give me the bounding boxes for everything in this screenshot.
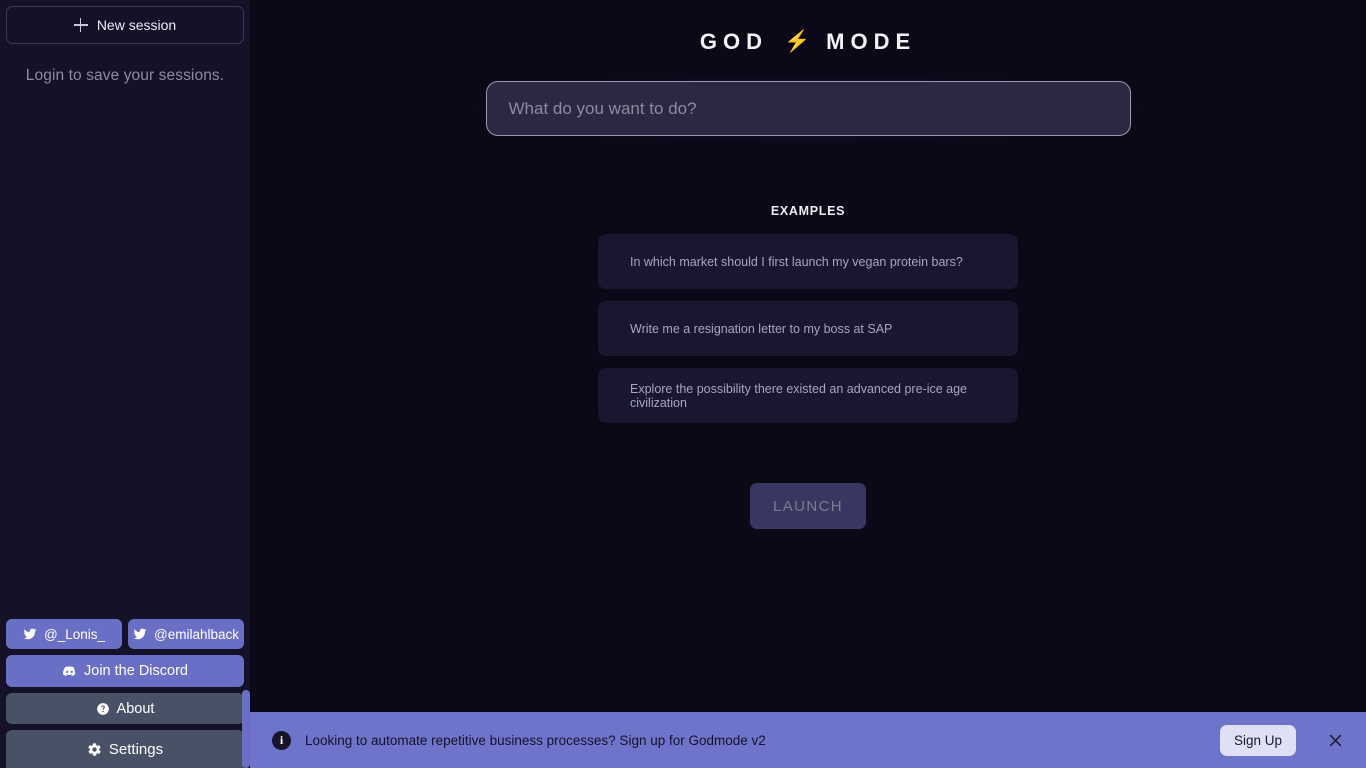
sidebar-scrollbar[interactable] <box>242 690 250 768</box>
plus-icon <box>73 18 88 32</box>
discord-label: Join the Discord <box>84 663 188 679</box>
example-card[interactable]: In which market should I first launch my… <box>598 234 1018 289</box>
brand-left-text: GOD <box>699 29 768 54</box>
lightning-bolt-icon: ⚡ <box>783 29 811 53</box>
discord-icon <box>62 664 77 679</box>
launch-button[interactable]: LAUNCH <box>750 483 866 529</box>
gear-icon <box>87 742 102 757</box>
app-root: New session Login to save your sessions.… <box>0 0 1366 768</box>
twitter-link-label: @emilahlback <box>154 626 239 642</box>
new-session-label: New session <box>96 17 177 33</box>
example-text: In which market should I first launch my… <box>630 254 963 269</box>
banner-message: Looking to automate repetitive business … <box>305 732 766 748</box>
brand-right-text: MODE <box>826 29 917 54</box>
twitter-icon <box>23 627 37 641</box>
twitter-link-lonis[interactable]: @_Lonis_ <box>6 619 122 649</box>
sign-up-button[interactable]: Sign Up <box>1219 724 1296 756</box>
example-text: Write me a resignation letter to my boss… <box>630 321 893 336</box>
sidebar-footer: @_Lonis_ @emilahlback Join the Discord A… <box>6 619 244 768</box>
sidebar: New session Login to save your sessions.… <box>0 0 250 768</box>
login-note: Login to save your sessions. <box>25 67 225 84</box>
main-content: GOD ⚡ MODE EXAMPLES In which market shou… <box>250 0 1366 768</box>
settings-label: Settings <box>108 740 164 758</box>
example-text: Explore the possibility there existed an… <box>630 381 968 410</box>
question-circle-icon <box>96 702 110 716</box>
join-discord-button[interactable]: Join the Discord <box>6 655 244 687</box>
example-card[interactable]: Explore the possibility there existed an… <box>598 368 1018 423</box>
twitter-link-emilahlback[interactable]: @emilahlback <box>128 619 244 649</box>
twitter-icon <box>133 627 147 641</box>
settings-button[interactable]: Settings <box>6 730 244 768</box>
new-session-button[interactable]: New session <box>6 6 244 44</box>
examples-heading: EXAMPLES <box>770 204 846 218</box>
prompt-container <box>471 72 1145 145</box>
promo-banner: i Looking to automate repetitive busines… <box>250 712 1366 768</box>
twitter-link-label: @_Lonis_ <box>44 626 105 642</box>
twitter-links-row: @_Lonis_ @emilahlback <box>6 619 244 649</box>
info-icon: i <box>272 730 291 750</box>
example-card[interactable]: Write me a resignation letter to my boss… <box>598 301 1018 356</box>
about-label: About <box>116 700 155 717</box>
prompt-input[interactable] <box>485 81 1131 136</box>
about-button[interactable]: About <box>6 693 244 724</box>
examples-list: In which market should I first launch my… <box>598 234 1018 423</box>
app-title: GOD ⚡ MODE <box>700 29 916 55</box>
close-icon[interactable] <box>1322 727 1348 753</box>
